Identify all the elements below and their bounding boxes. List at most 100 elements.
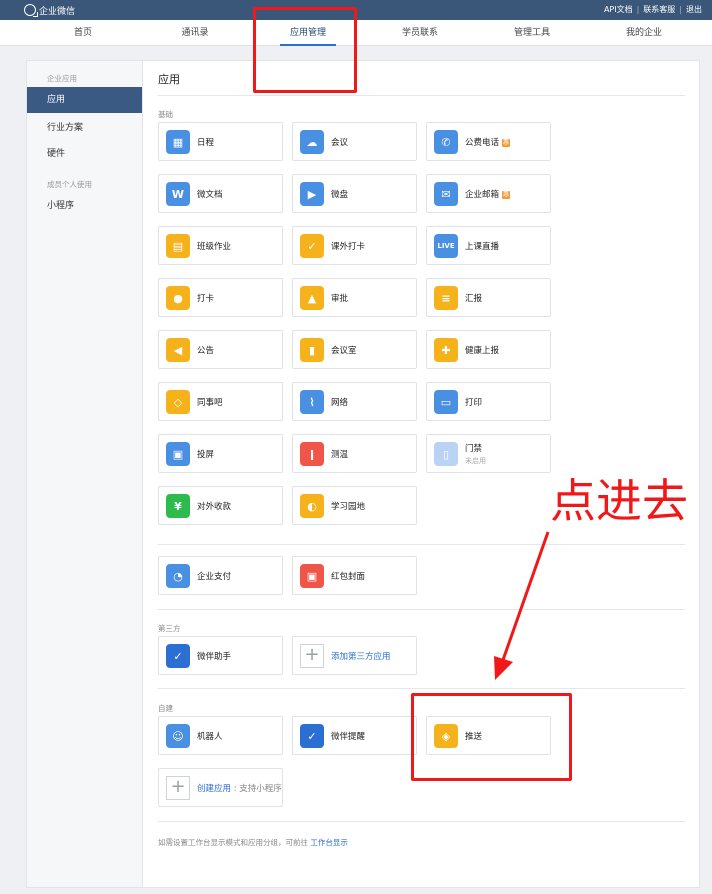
app-tile[interactable]: ⌇ 网络 [292,382,417,421]
health-icon: ✚ [434,338,458,362]
footer-note: 如需设置工作台显示模式和应用分组，可前往 工作台显示 [158,838,348,847]
app-tile[interactable]: ◔ 企业支付 [158,556,283,595]
app-name: 投屏 [197,450,215,460]
app-tile[interactable]: ✆ 公费电话惠 [426,122,551,161]
checkin-card-icon: ✓ [300,234,324,258]
page-title: 应用 [158,73,180,86]
app-name: 企业支付 [197,572,232,582]
app-tile[interactable]: ǀ 测温 [292,434,417,473]
app-tile[interactable]: ✚ 健康上报 [426,330,551,369]
annotation-text: 点进去 [550,474,688,528]
robot-icon: ☺ [166,724,190,748]
app-tile[interactable]: ☁ 会议 [292,122,417,161]
nav-management-tools[interactable]: 管理工具 [492,20,572,46]
app-name: 公费电话惠 [465,138,511,148]
app-tile[interactable]: ▣ 红包封面 [292,556,417,595]
plus-icon: + [166,776,190,800]
sidebar-item-apps[interactable]: 应用 [27,87,142,113]
app-tile[interactable]: ● 打卡 [158,278,283,317]
app-tile[interactable]: W 微文档 [158,174,283,213]
app-name: 企业邮箱惠 [465,190,511,200]
app-name: 对外收款 [197,502,232,512]
nav-app-management[interactable]: 应用管理 [268,20,348,46]
sidebar-item-mini-program[interactable]: 小程序 [27,193,142,219]
logo[interactable]: 企业微信 [24,3,75,17]
app-tile[interactable]: ◈ 推送 [426,716,551,755]
app-name: 门禁 [465,444,483,454]
app-tile[interactable]: ▣ 投屏 [158,434,283,473]
app-tile[interactable]: + 添加第三方应用 [292,636,417,675]
wecom-logo-icon [24,4,38,17]
app-tile[interactable]: ◀ 公告 [158,330,283,369]
app-name: 打印 [465,398,483,408]
app-tile[interactable]: ▮ 会议室 [292,330,417,369]
homework-icon: ▤ [166,234,190,258]
app-tile[interactable]: LIVE 上课直播 [426,226,551,265]
nav-customer-contact[interactable]: 学员联系 [380,20,460,46]
app-tile[interactable]: ✓ 微伴助手 [158,636,283,675]
app-tile[interactable]: ▦ 日程 [158,122,283,161]
app-tile[interactable]: ¥ 对外收款 [158,486,283,525]
divider [158,544,685,545]
app-tile[interactable]: ▲ 审批 [292,278,417,317]
create-app-label: 创建应用 : 支持小程序 [197,784,282,794]
planet-icon: ◐ [300,494,324,518]
app-tile[interactable]: ☺ 机器人 [158,716,283,755]
red-packet-icon: ▣ [300,564,324,588]
api-docs-link[interactable]: API文档 [604,4,633,15]
thermometer-icon: ǀ [300,442,324,466]
contact-support-link[interactable]: 联系客服 [643,4,675,15]
create-app-tile[interactable]: + 创建应用 : 支持小程序 [158,768,283,807]
app-name: 同事吧 [197,398,223,408]
divider: | [679,5,682,14]
app-tile[interactable]: ▤ 班级作业 [158,226,283,265]
app-tile[interactable]: ◐ 学习园地 [292,486,417,525]
nav-my-enterprise[interactable]: 我的企业 [604,20,684,46]
stamp-icon: ▲ [300,286,324,310]
sidebar-item-hardware[interactable]: 硬件 [27,141,142,167]
app-tile[interactable]: ▶ 微盘 [292,174,417,213]
app-tile[interactable]: ✉ 企业邮箱惠 [426,174,551,213]
app-name: 微文档 [197,190,223,200]
logout-link[interactable]: 退出 [686,4,702,15]
cloud-meeting-icon: ☁ [300,130,324,154]
app-name: 课外打卡 [331,242,366,252]
location-pin-icon: ● [166,286,190,310]
app-name: 微伴提醒 [331,732,366,742]
app-name: 健康上报 [465,346,500,356]
app-name: 公告 [197,346,215,356]
plus-icon: + [300,644,324,668]
app-name: 网络 [331,398,349,408]
app-tile[interactable]: ✓ 课外打卡 [292,226,417,265]
nav-contacts[interactable]: 通讯录 [155,20,235,46]
workbench-display-link[interactable]: 工作台显示 [310,838,348,847]
promo-badge: 惠 [502,191,511,199]
access-control-icon: ▯ [434,442,458,466]
weiban-icon: ✓ [166,644,190,668]
mail-icon: ✉ [434,182,458,206]
payment-yen-icon: ¥ [166,494,190,518]
app-tile[interactable]: ▯ 门禁未启用 [426,434,551,473]
app-status: 未启用 [465,457,486,465]
app-tile[interactable]: ◇ 同事吧 [158,382,283,421]
phone-icon: ✆ [434,130,458,154]
section-label-custom: 自建 [158,704,173,713]
app-name: 会议 [331,138,349,148]
calendar-icon: ▦ [166,130,190,154]
top-links: API文档 | 联系客服 | 退出 [604,4,702,15]
divider [158,95,685,96]
app-tile[interactable]: ≡ 汇报 [426,278,551,317]
colleague-icon: ◇ [166,390,190,414]
app-name: 会议室 [331,346,357,356]
logo-text: 企业微信 [39,6,76,17]
printer-icon: ▭ [434,390,458,414]
sidebar-item-industry-solutions[interactable]: 行业方案 [27,115,142,141]
divider: | [636,5,640,14]
push-icon: ◈ [434,724,458,748]
app-tile[interactable]: ✓ 微伴提醒 [292,716,417,755]
document-w-icon: W [166,182,190,206]
app-tile[interactable]: ▭ 打印 [426,382,551,421]
nav-home[interactable]: 首页 [43,20,123,46]
app-name: 红包封面 [331,572,366,582]
section-label-third-party: 第三方 [158,624,181,633]
